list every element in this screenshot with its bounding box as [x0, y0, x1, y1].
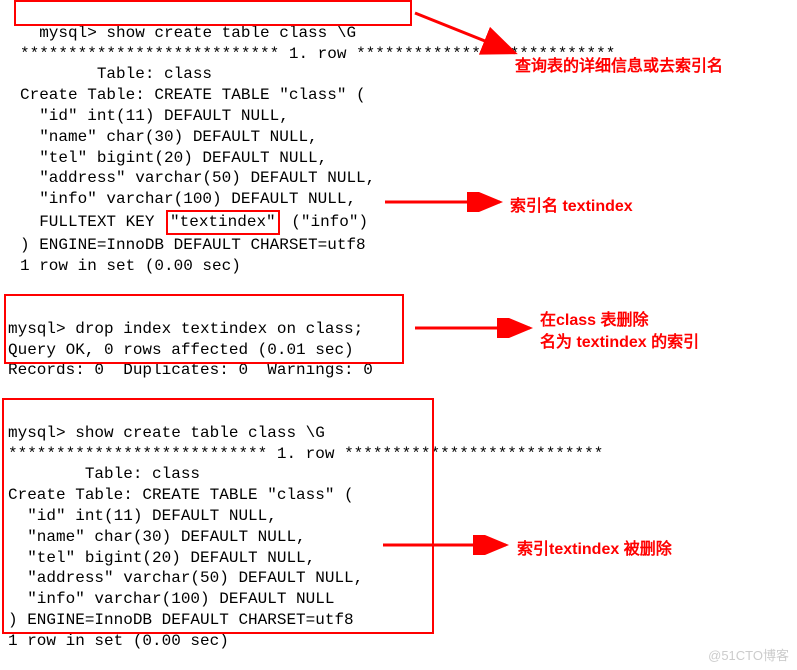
command-show-create-1: show create table class \G	[106, 24, 356, 42]
records-line: Records: 0 Duplicates: 0 Warnings: 0	[8, 361, 373, 379]
col-info: "info" varchar(100) DEFAULT NULL,	[20, 190, 356, 208]
fulltext-pre: FULLTEXT KEY	[20, 213, 164, 231]
mysql-prompt: mysql>	[20, 24, 106, 42]
annotation-index-name: 索引名 textindex	[510, 192, 633, 216]
watermark: @51CTO博客	[708, 645, 789, 664]
col-name: "name" char(30) DEFAULT NULL,	[20, 128, 318, 146]
drop-index-box	[4, 294, 404, 364]
col-id: "id" int(11) DEFAULT NULL,	[20, 107, 289, 125]
command-box-1	[14, 0, 412, 26]
create-table-line: Create Table: CREATE TABLE "class" (	[20, 86, 366, 104]
col-tel: "tel" bigint(20) DEFAULT NULL,	[20, 149, 327, 167]
annotation-query-detail: 查询表的详细信息或去索引名	[515, 52, 723, 76]
terminal-block-1: mysql> show create table class \G ******…	[20, 2, 615, 276]
arrow-icon	[410, 318, 540, 338]
row-stars-left: ***************************	[20, 45, 279, 63]
textindex-highlight: "textindex"	[166, 210, 280, 235]
annotation-index-deleted: 索引textindex 被删除	[517, 535, 672, 559]
footer-line: 1 row in set (0.00 sec)	[20, 257, 241, 275]
engine-line: ) ENGINE=InnoDB DEFAULT CHARSET=utf8	[20, 236, 366, 254]
show-create-box-2	[2, 398, 434, 634]
footer-line-2: 1 row in set (0.00 sec)	[8, 632, 229, 650]
annotation-delete-index-l1: 在class 表删除	[540, 306, 649, 330]
table-name-line: Table: class	[20, 65, 212, 83]
fulltext-post: ("info")	[282, 213, 368, 231]
annotation-delete-index-l2: 名为 textindex 的索引	[540, 328, 699, 352]
row-marker: 1. row	[279, 45, 356, 63]
col-address: "address" varchar(50) DEFAULT NULL,	[20, 169, 375, 187]
